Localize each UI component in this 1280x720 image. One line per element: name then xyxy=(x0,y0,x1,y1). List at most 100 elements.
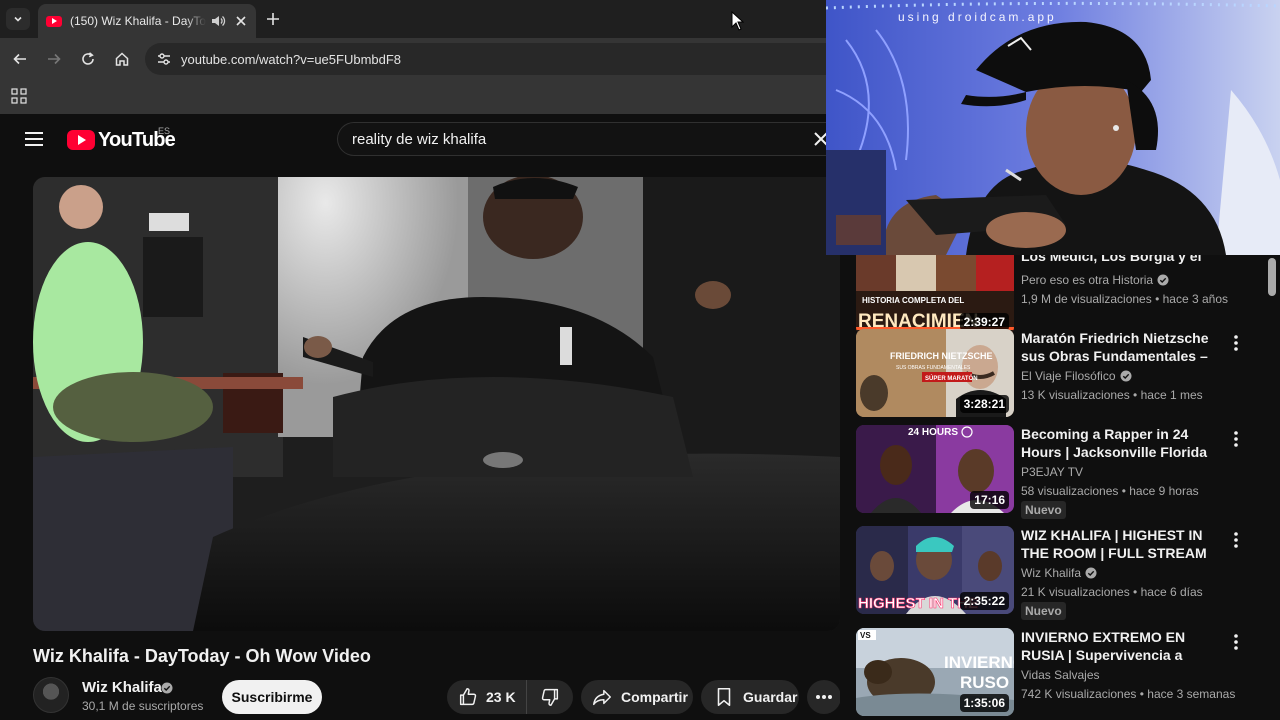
thumbs-down-icon xyxy=(541,688,559,706)
avatar[interactable] xyxy=(33,677,69,713)
video-thumbnail[interactable]: HISTORIA COMPLETA DEL RENACIMIEN 2:39:27 xyxy=(856,255,1014,335)
video-meta: 21 K visualizaciones • hace 6 días xyxy=(1021,585,1203,599)
bookmarks-bar xyxy=(0,80,826,114)
list-item[interactable]: VS INVIERNO RUSO 1:35:06 INVIERNO EXTREM… xyxy=(856,628,1256,718)
video-meta: 58 visualizaciones • hace 9 horas xyxy=(1021,484,1199,498)
hamburger-icon[interactable] xyxy=(24,131,44,147)
more-vertical-icon[interactable] xyxy=(1234,634,1238,650)
more-actions-button[interactable] xyxy=(807,680,841,714)
video-meta: 1,9 M de visualizaciones • hace 3 años xyxy=(1021,292,1228,306)
thumbs-up-icon xyxy=(459,688,477,706)
channel-label: Wiz Khalifa xyxy=(1021,566,1082,580)
channel-label: El Viaje Filosófico xyxy=(1021,369,1116,383)
thumbnail-caption: 24 HOURS xyxy=(908,427,958,438)
video-title[interactable]: Becoming a Rapper in 24 Hours | Jacksonv… xyxy=(1021,425,1215,461)
arrow-left-icon xyxy=(13,53,26,65)
channel-label: Pero eso es otra Historia xyxy=(1021,273,1154,287)
new-badge: Nuevo xyxy=(1021,602,1066,620)
dislike-button[interactable] xyxy=(527,680,573,714)
video-meta: 13 K visualizaciones • hace 1 mes xyxy=(1021,388,1203,402)
tab-title: (150) Wiz Khalifa - DayToday - Oh Wow Vi… xyxy=(70,14,206,28)
youtube-play-icon xyxy=(67,130,95,150)
more-vertical-icon[interactable] xyxy=(1234,335,1238,351)
channel-name[interactable]: Vidas Salvajes xyxy=(1021,668,1100,682)
channel-name[interactable]: El Viaje Filosófico xyxy=(1021,369,1132,383)
channel-name[interactable]: Pero eso es otra Historia xyxy=(1021,273,1169,287)
subscribe-button[interactable]: Suscribirme xyxy=(222,680,322,714)
thumbnail-caption: FRIEDRICH NIETZSCHE xyxy=(890,351,993,361)
tab-search-button[interactable] xyxy=(6,8,30,30)
browser-tab-strip: (150) Wiz Khalifa - DayToday - Oh Wow Vi… xyxy=(0,0,826,38)
plus-icon[interactable] xyxy=(263,9,283,29)
thumbnail-corner-label: VS xyxy=(860,631,871,640)
youtube-header: YouTube ES reality de wiz khalifa xyxy=(0,114,840,166)
like-dislike-group: 23 K xyxy=(447,680,573,714)
video-title[interactable]: Maratón Friedrich Nietzsche sus Obras Fu… xyxy=(1021,329,1215,365)
reload-button[interactable] xyxy=(77,48,99,70)
video-title: Wiz Khalifa - DayToday - Oh Wow Video xyxy=(33,646,371,666)
list-item[interactable]: HISTORIA COMPLETA DEL RENACIMIEN 2:39:27… xyxy=(856,255,1256,337)
thumbnail-caption-small: HISTORIA COMPLETA DEL xyxy=(862,296,964,305)
back-button[interactable] xyxy=(9,48,31,70)
search-query[interactable]: reality de wiz khalifa xyxy=(352,131,486,148)
address-bar[interactable]: youtube.com/watch?v=ue5FUbmbdF8 xyxy=(145,43,826,75)
browser-toolbar: youtube.com/watch?v=ue5FUbmbdF8 xyxy=(0,38,826,80)
video-thumbnail[interactable]: VS INVIERNO RUSO 1:35:06 xyxy=(856,628,1014,716)
reload-icon xyxy=(82,52,94,65)
url-text[interactable]: youtube.com/watch?v=ue5FUbmbdF8 xyxy=(181,52,401,67)
more-horizontal-icon xyxy=(816,695,832,699)
speaker-icon[interactable] xyxy=(210,13,226,29)
channel-name[interactable]: Wiz Khalifa xyxy=(1021,566,1097,580)
video-title[interactable]: INVIERNO EXTREMO EN RUSIA | Supervivenci… xyxy=(1021,628,1215,664)
video-title[interactable]: WIZ KHALIFA | HIGHEST IN THE ROOM | FULL… xyxy=(1021,526,1215,562)
video-title[interactable]: Los Medici, Los Borgia y el Art... xyxy=(1021,255,1215,265)
like-button[interactable]: 23 K xyxy=(447,680,527,714)
duration-badge: 1:35:06 xyxy=(959,694,1009,712)
list-item[interactable]: FRIEDRICH NIETZSCHE SUS OBRAS FUNDAMENTA… xyxy=(856,329,1256,419)
verified-check-icon xyxy=(1157,274,1169,286)
close-icon[interactable] xyxy=(234,14,248,28)
channel-name[interactable]: Wiz Khalifa xyxy=(82,679,162,696)
thumbnail-caption-2: RUSO xyxy=(960,673,1009,692)
video-thumbnail[interactable]: FRIEDRICH NIETZSCHE SUS OBRAS FUNDAMENTA… xyxy=(856,329,1014,417)
browser-tab-active[interactable]: (150) Wiz Khalifa - DayToday - Oh Wow Vi… xyxy=(38,4,256,38)
more-vertical-icon[interactable] xyxy=(1234,532,1238,548)
sidebar-scrollbar[interactable] xyxy=(1268,258,1276,296)
list-item[interactable]: HIGHEST IN THE 2:35:22 WIZ KHALIFA | HIG… xyxy=(856,526,1256,620)
channel-name[interactable]: P3EJAY TV xyxy=(1021,465,1083,479)
verified-check-icon xyxy=(1120,370,1131,382)
home-icon xyxy=(115,52,129,66)
search-input[interactable]: reality de wiz khalifa xyxy=(337,122,837,156)
mouse-cursor-icon xyxy=(731,11,745,31)
share-label: Compartir xyxy=(621,689,688,705)
chevron-down-icon xyxy=(14,16,22,22)
thumbnail-caption-small: SUS OBRAS FUNDAMENTALES xyxy=(896,365,971,371)
thumbnail-tag: SÚPER MARATÓN xyxy=(925,374,978,382)
home-button[interactable] xyxy=(111,48,133,70)
save-button[interactable]: Guardar xyxy=(701,680,799,714)
youtube-favicon-icon xyxy=(46,15,62,27)
more-vertical-icon[interactable] xyxy=(1234,431,1238,447)
share-arrow-icon xyxy=(593,689,611,706)
bookmark-icon xyxy=(717,687,731,707)
webcam-overlay: using droidcam.app xyxy=(826,0,1280,255)
verified-check-icon xyxy=(1085,567,1097,579)
video-thumbnail[interactable]: HIGHEST IN THE 2:35:22 xyxy=(856,526,1014,614)
thumbnail-caption: INVIERNO xyxy=(944,653,1014,672)
recommendations-sidebar: HISTORIA COMPLETA DEL RENACIMIEN 2:39:27… xyxy=(840,255,1280,720)
save-label: Guardar xyxy=(743,689,798,705)
forward-button[interactable] xyxy=(43,48,65,70)
like-count: 23 K xyxy=(486,689,516,705)
new-badge: Nuevo xyxy=(1021,501,1066,519)
video-thumbnail[interactable]: 24 HOURS 17:16 xyxy=(856,425,1014,513)
subscriber-count: 30,1 M de suscriptores xyxy=(82,699,204,713)
share-button[interactable]: Compartir xyxy=(581,680,693,714)
apps-grid-icon[interactable] xyxy=(11,88,27,104)
webcam-watermark: using droidcam.app xyxy=(898,10,1057,24)
video-player[interactable] xyxy=(33,177,840,631)
duration-badge: 2:35:22 xyxy=(959,592,1009,610)
tune-icon[interactable] xyxy=(155,50,173,68)
verified-check-icon xyxy=(161,682,173,694)
arrow-right-icon xyxy=(48,53,61,65)
list-item[interactable]: 24 HOURS 17:16 Becoming a Rapper in 24 H… xyxy=(856,425,1256,519)
